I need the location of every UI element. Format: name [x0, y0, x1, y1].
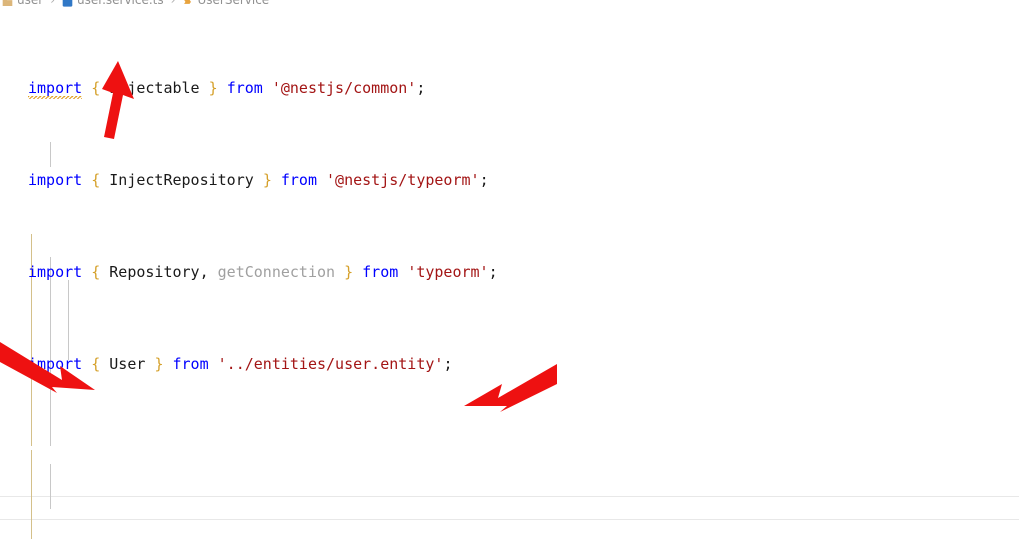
space-16 — [398, 263, 407, 281]
space-13 — [209, 263, 218, 281]
breadcrumb-item-user[interactable]: user — [17, 0, 43, 7]
semicolon-1: ; — [416, 79, 426, 97]
keyword-from-2: from — [280, 171, 317, 189]
brace-open-1: { — [91, 79, 101, 97]
ts-file-icon — [62, 0, 73, 8]
breadcrumb-separator-2: › — [170, 0, 176, 7]
semicolon-2: ; — [479, 171, 489, 189]
keyword-import-3: import — [28, 263, 83, 281]
breadcrumb-item-file[interactable]: user.service.ts — [77, 0, 164, 7]
keyword-from-3: from — [362, 263, 399, 281]
identifier-repository: Repository — [109, 263, 200, 281]
space-9 — [272, 171, 281, 189]
code-line-1[interactable]: import { Injectable } from '@nestjs/comm… — [0, 77, 1019, 100]
brace-close-1: } — [208, 79, 218, 97]
folder-icon — [2, 0, 13, 8]
space-17 — [82, 355, 91, 373]
code-line-4[interactable]: import { User } from '../entities/user.e… — [0, 353, 1019, 376]
space-5 — [263, 79, 272, 97]
space-21 — [209, 355, 218, 373]
space-18 — [100, 355, 109, 373]
semicolon-4: ; — [443, 355, 453, 373]
space-20 — [163, 355, 172, 373]
string-typeorm: 'typeorm' — [407, 263, 489, 281]
identifier-user: User — [109, 355, 146, 373]
code-content[interactable]: import { Injectable } from '@nestjs/comm… — [0, 8, 1019, 539]
code-editor[interactable]: user › user.service.ts › UserService imp… — [0, 0, 1019, 539]
space-15 — [353, 263, 362, 281]
keyword-import-2: import — [28, 171, 83, 189]
identifier-get-connection-unused: getConnection — [217, 263, 336, 281]
space-10 — [317, 171, 326, 189]
breadcrumb-item-symbol[interactable]: UserService — [197, 0, 269, 7]
class-icon — [182, 0, 193, 8]
brace-open-2: { — [91, 171, 101, 189]
space-3 — [200, 79, 209, 97]
string-user-entity: '../entities/user.entity' — [217, 355, 444, 373]
brace-open-3: { — [91, 263, 101, 281]
breadcrumb-separator: › — [50, 0, 55, 7]
brace-close-3: } — [344, 263, 354, 281]
space-11 — [82, 263, 91, 281]
identifier-injectable: Injectable — [109, 79, 200, 97]
keyword-import: import — [28, 79, 83, 99]
keyword-import-4: import — [28, 355, 83, 373]
space-1 — [82, 79, 91, 97]
code-line-2[interactable]: import { InjectRepository } from '@nestj… — [0, 169, 1019, 192]
space-14 — [335, 263, 344, 281]
keyword-from-1: from — [226, 79, 263, 97]
brace-close-2: } — [262, 171, 272, 189]
space-6 — [82, 171, 91, 189]
space-8 — [254, 171, 263, 189]
brace-open-4: { — [91, 355, 101, 373]
code-line-5-blank[interactable] — [0, 445, 1019, 468]
comma-1: , — [199, 263, 209, 281]
string-nestjs-typeorm: '@nestjs/typeorm' — [326, 171, 480, 189]
identifier-inject-repository: InjectRepository — [109, 171, 254, 189]
space-7 — [100, 171, 109, 189]
string-nestjs-common: '@nestjs/common' — [271, 79, 417, 97]
space-4 — [218, 79, 227, 97]
space-2 — [100, 79, 109, 97]
keyword-from-4: from — [172, 355, 209, 373]
space-12 — [100, 263, 109, 281]
code-line-3[interactable]: import { Repository, getConnection } fro… — [0, 261, 1019, 284]
semicolon-3: ; — [488, 263, 498, 281]
